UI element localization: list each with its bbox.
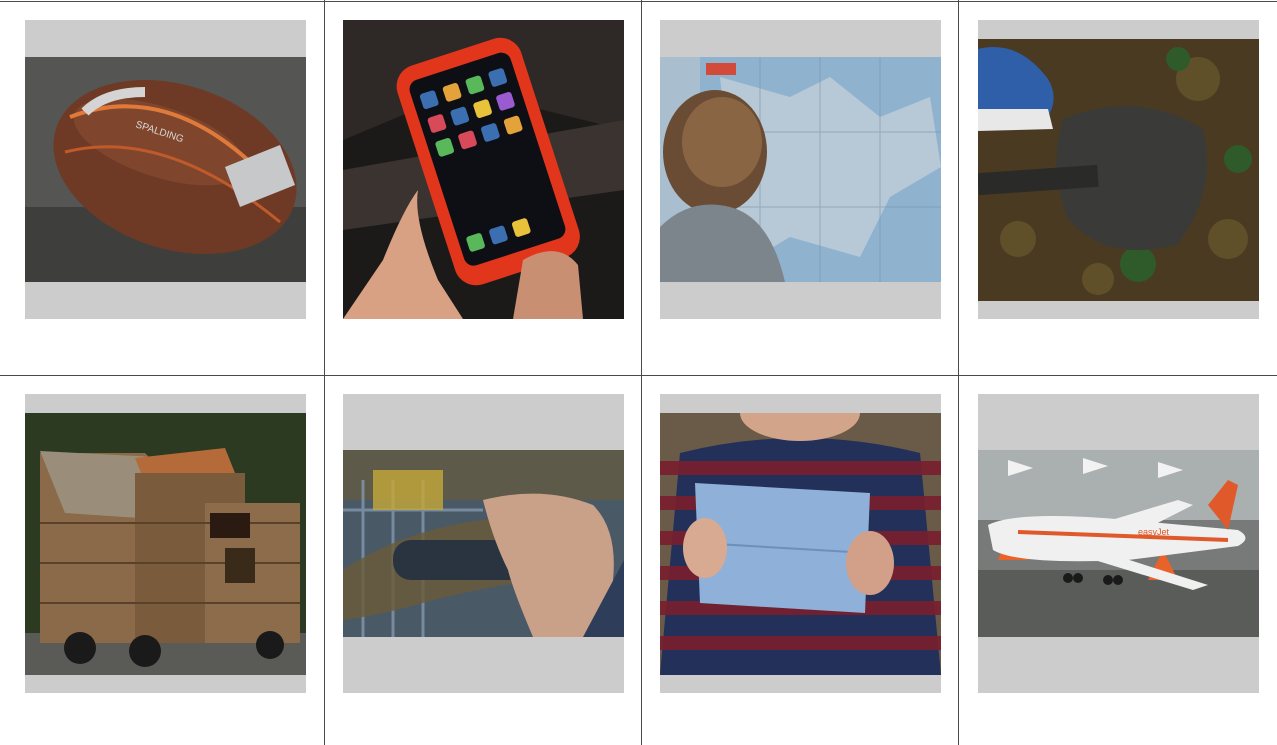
wooden-cabin-icon bbox=[25, 413, 306, 675]
grid-tile-6[interactable] bbox=[343, 394, 624, 693]
folded-paper-icon bbox=[660, 413, 941, 675]
smartphone-icon bbox=[343, 20, 624, 319]
grid-tile-2[interactable] bbox=[343, 20, 624, 319]
grid-tile-7[interactable] bbox=[660, 394, 941, 693]
map-image bbox=[660, 57, 941, 282]
grid-row-divider bbox=[0, 375, 1277, 376]
cabin-image bbox=[25, 413, 306, 675]
grid-tile-5[interactable] bbox=[25, 394, 306, 693]
shovel-digging-icon bbox=[978, 39, 1259, 301]
american-football-icon: SPALDING bbox=[25, 57, 306, 282]
football-image: SPALDING bbox=[25, 57, 306, 282]
phone-image bbox=[343, 20, 624, 319]
image-grid: SPALDING easyJet bbox=[0, 0, 1277, 745]
grid-tile-1[interactable]: SPALDING bbox=[25, 20, 306, 319]
grid-top-border bbox=[0, 1, 1277, 2]
airplane-image: easyJet bbox=[978, 450, 1259, 637]
grid-column-divider-3 bbox=[958, 0, 959, 745]
grid-tile-3[interactable] bbox=[660, 20, 941, 319]
shovel-image bbox=[978, 39, 1259, 301]
grid-tile-4[interactable] bbox=[978, 20, 1259, 319]
toy-airplane-icon: easyJet bbox=[978, 450, 1259, 637]
hand-holding-grip-icon bbox=[343, 450, 624, 637]
map-reading-icon bbox=[660, 57, 941, 282]
grid-column-divider-1 bbox=[324, 0, 325, 745]
grid-column-divider-2 bbox=[641, 0, 642, 745]
svg-text:easyJet: easyJet bbox=[1138, 527, 1170, 537]
paper-image bbox=[660, 413, 941, 675]
grid-tile-8[interactable]: easyJet bbox=[978, 394, 1259, 693]
handle-image bbox=[343, 450, 624, 637]
